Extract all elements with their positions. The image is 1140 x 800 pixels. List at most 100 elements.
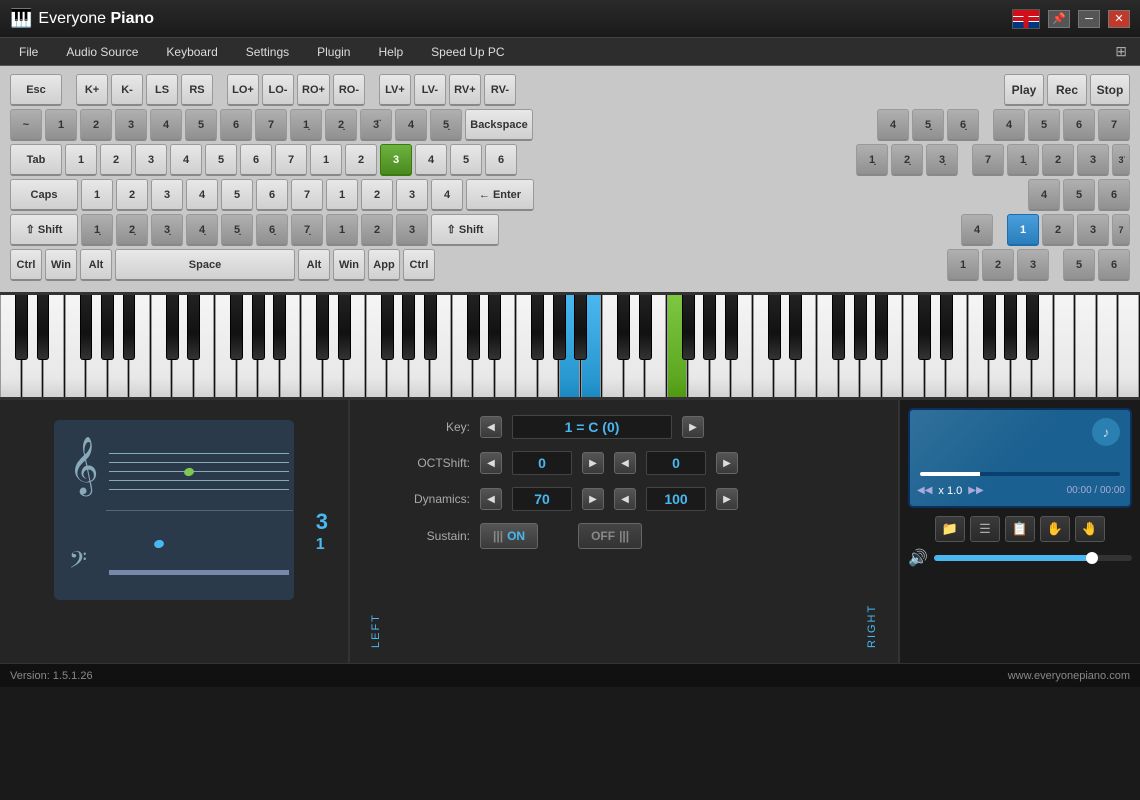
white-key-52[interactable] [1118,295,1139,400]
key-rvplus[interactable]: RV+ [449,74,481,106]
hand-right-icon-btn[interactable]: ✋ [1040,516,1070,542]
black-key-25[interactable] [725,295,738,360]
key-3-r4[interactable]: 3̣ [151,214,183,246]
black-key-13[interactable] [381,295,394,360]
lcd-prev-btn[interactable]: ◀◀ [915,483,934,498]
key-4b-r1[interactable]: 4 [395,109,427,141]
black-key-30[interactable] [918,295,931,360]
white-key-50[interactable] [1075,295,1096,400]
key-r1-b3[interactable]: 6 [1063,109,1095,141]
key-3b-r4[interactable]: 3 [396,214,428,246]
key-r3-b3[interactable]: 6 [1098,179,1130,211]
key-2-r2[interactable]: 2 [100,144,132,176]
menu-help[interactable]: Help [364,41,417,63]
black-key-11[interactable] [338,295,351,360]
key-1-r1[interactable]: 1 [45,109,77,141]
key-6-r1[interactable]: 6 [220,109,252,141]
key-r4-side[interactable]: 7 [1112,214,1130,246]
black-key-15[interactable] [467,295,480,360]
menu-settings[interactable]: Settings [232,41,303,63]
key-3-r1[interactable]: 3 [115,109,147,141]
key-r5-2[interactable]: 2 [982,249,1014,281]
key-1b-r1[interactable]: 1̣ [290,109,322,141]
key-5b-r2[interactable]: 5 [450,144,482,176]
black-key-35[interactable] [1026,295,1039,360]
key-3-r3[interactable]: 3 [151,179,183,211]
key-6-r4[interactable]: 6̣ [256,214,288,246]
key-4-r1[interactable]: 4 [150,109,182,141]
key-r5-b2[interactable]: 6 [1098,249,1130,281]
sustain-off-btn[interactable]: OFF ||| [578,523,642,549]
key-2b-r3[interactable]: 2 [361,179,393,211]
black-key-9[interactable] [252,295,265,360]
key-5-r1[interactable]: 5 [185,109,217,141]
menu-plugin[interactable]: Plugin [303,41,364,63]
black-key-19[interactable] [553,295,566,360]
black-key-26[interactable] [789,295,802,360]
key-r3-b2[interactable]: 5 [1063,179,1095,211]
key-r2-dot3[interactable]: 3̣ [926,144,958,176]
hand-left-icon-btn[interactable]: 🤚 [1075,516,1105,542]
black-key-15[interactable] [424,295,437,360]
key-5-r3[interactable]: 5 [221,179,253,211]
key-r1-a3[interactable]: 6̣ [947,109,979,141]
black-key-0[interactable] [15,295,28,360]
key-4-r2[interactable]: 4 [170,144,202,176]
key-r2-b3[interactable]: 2 [1042,144,1074,176]
key-shift-left[interactable]: ⇧ Shift [10,214,78,246]
language-flag[interactable] [1012,9,1040,29]
key-r4-b3[interactable]: 3 [1077,214,1109,246]
white-key-49[interactable] [1054,295,1075,400]
octshift-left-btn-l[interactable]: ◀ [480,452,502,474]
key-1-r2[interactable]: 1 [65,144,97,176]
volume-slider[interactable] [934,555,1132,561]
key-2b-r1[interactable]: 2̣ [325,109,357,141]
key-win-left[interactable]: Win [45,249,77,281]
key-1b-r4[interactable]: 1 [326,214,358,246]
key-3-r2[interactable]: 3 [135,144,167,176]
key-kminus[interactable]: K- [111,74,143,106]
key-backspace[interactable]: Backspace [465,109,533,141]
octshift-left-btn-r[interactable]: ▶ [582,452,604,474]
white-key-51[interactable] [1097,295,1118,400]
key-tab[interactable]: Tab [10,144,62,176]
key-r4-b1-blue[interactable]: 1 [1007,214,1039,246]
key-7-r3[interactable]: 7 [291,179,323,211]
key-esc[interactable]: Esc [10,74,62,106]
octshift-right-btn-r[interactable]: ▶ [716,452,738,474]
key-2b-r4[interactable]: 2 [361,214,393,246]
key-r5-b1[interactable]: 5 [1063,249,1095,281]
key-r5-1[interactable]: 1 [947,249,979,281]
volume-handle[interactable] [1086,552,1098,564]
key-rvminus[interactable]: RV- [484,74,516,106]
key-7-r4[interactable]: 7̣ [291,214,323,246]
key-6b-r2[interactable]: 6 [485,144,517,176]
key-r2-b2[interactable]: 1̣ [1007,144,1039,176]
black-key-28[interactable] [832,295,845,360]
octshift-right-btn-l[interactable]: ◀ [614,452,636,474]
pin-button[interactable]: 📌 [1048,10,1070,28]
key-1-r3[interactable]: 1 [81,179,113,211]
key-1-r4[interactable]: 1̣ [81,214,113,246]
key-r2-dot-side[interactable]: 3̈ [1112,144,1130,176]
progress-bar[interactable] [920,472,1120,476]
key-r2-dot1[interactable]: 1̣ [856,144,888,176]
key-enter[interactable]: ← Enter [466,179,534,211]
key-lominus[interactable]: LO- [262,74,294,106]
key-lvplus[interactable]: LV+ [379,74,411,106]
key-4b-r3[interactable]: 4 [431,179,463,211]
sustain-on-btn[interactable]: ||| ON [480,523,538,549]
key-3b-r1[interactable]: 3̈ [360,109,392,141]
dynamics-left-btn-r[interactable]: ▶ [582,488,604,510]
key-ctrl-right[interactable]: Ctrl [403,249,435,281]
key-r1-a1[interactable]: 4 [877,109,909,141]
black-key-23[interactable] [682,295,695,360]
key-4-r3[interactable]: 4 [186,179,218,211]
key-rominus[interactable]: RO- [333,74,365,106]
black-key-14[interactable] [402,295,415,360]
key-r1-a2[interactable]: 5̣ [912,109,944,141]
key-5-r2[interactable]: 5 [205,144,237,176]
key-2-r4[interactable]: 2̣ [116,214,148,246]
key-6-r2[interactable]: 6 [240,144,272,176]
black-key-20[interactable] [574,295,587,360]
